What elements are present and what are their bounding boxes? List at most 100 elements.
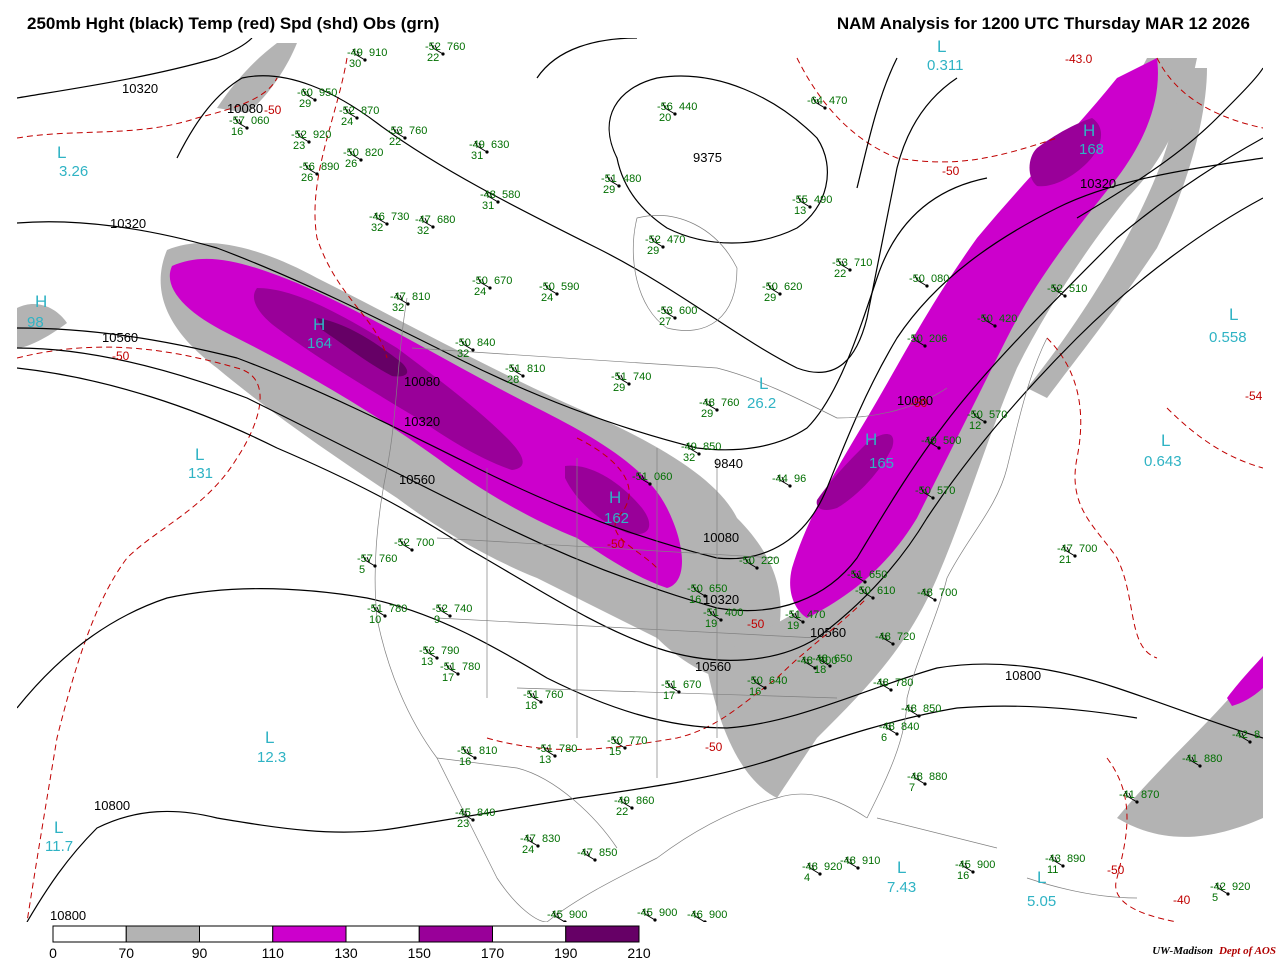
obs-height: 510	[1069, 283, 1087, 295]
obs-spread: 16	[689, 594, 701, 606]
obs-height: 760	[379, 553, 397, 565]
obs-height: 810	[412, 291, 430, 303]
obs-height: 830	[542, 833, 560, 845]
obs-spread: 13	[421, 656, 433, 668]
obs-temperature: -47	[577, 847, 593, 859]
obs-height: 650	[834, 653, 852, 665]
center-value: 162	[604, 510, 629, 527]
obs-height: 900	[977, 859, 995, 871]
obs-temperature: -51	[847, 569, 863, 581]
center-letter: H	[865, 430, 877, 449]
obs-height: 480	[623, 173, 641, 185]
height-label: 10560	[399, 472, 435, 487]
temperature-label: -40	[1173, 893, 1191, 907]
center-letter: H	[609, 488, 621, 507]
obs-spread: 17	[663, 690, 675, 702]
height-label: 10320	[122, 81, 158, 96]
obs-temperature: -50	[855, 585, 871, 597]
obs-height: 900	[709, 909, 727, 921]
obs-height: 790	[441, 645, 459, 657]
temperature-label: -50	[112, 349, 130, 363]
temperature-label: -50	[1107, 863, 1125, 877]
obs-temperature: -44	[772, 473, 788, 485]
legend-tick-label: 150	[408, 945, 432, 960]
obs-spread: 32	[683, 452, 695, 464]
center-letter: L	[937, 38, 946, 56]
obs-spread: 15	[609, 746, 621, 758]
obs-height: 720	[897, 631, 915, 643]
obs-height: 600	[679, 305, 697, 317]
height-label: 10320	[110, 216, 146, 231]
obs-height: 630	[491, 139, 509, 151]
obs-spread: 32	[371, 222, 383, 234]
obs-height: 470	[829, 95, 847, 107]
obs-height: 890	[1067, 853, 1085, 865]
obs-spread: 29	[701, 408, 713, 420]
obs-height: 700	[1079, 543, 1097, 555]
legend-color-boxes	[52, 925, 640, 943]
center-value: 131	[188, 465, 213, 482]
height-label: 10560	[102, 330, 138, 345]
center-letter: L	[897, 858, 906, 877]
obs-height: 700	[416, 537, 434, 549]
obs-spread: 16	[231, 126, 243, 138]
obs-spread: 5	[1212, 892, 1218, 904]
obs-spread: 31	[471, 150, 483, 162]
height-label: 10560	[810, 625, 846, 640]
obs-temperature: -51	[632, 471, 648, 483]
height-label: 10080	[227, 101, 263, 116]
obs-spread: 26	[345, 158, 357, 170]
legend-color-box	[565, 925, 640, 943]
obs-height: 680	[437, 214, 455, 226]
obs-temperature: -46	[687, 909, 703, 921]
temperature-label: -50	[910, 396, 928, 410]
obs-spread: 27	[659, 316, 671, 328]
obs-height: 500	[943, 435, 961, 447]
center-value: 0.643	[1144, 453, 1182, 470]
obs-temperature: -52	[1047, 283, 1063, 295]
obs-spread: 22	[427, 52, 439, 64]
obs-height: 730	[391, 211, 409, 223]
obs-temperature: -49	[921, 435, 937, 447]
height-label: 9375	[693, 150, 722, 165]
legend-tick-label: 90	[192, 945, 208, 960]
temperature-label: -50	[607, 537, 625, 551]
obs-spread: 4	[804, 872, 810, 884]
obs-temperature: -48	[840, 855, 856, 867]
obs-temperature: -50	[907, 333, 923, 345]
legend-color-box	[492, 925, 567, 943]
obs-height: 850	[703, 441, 721, 453]
obs-height: 910	[369, 47, 387, 59]
obs-height: 206	[929, 333, 947, 345]
obs-height: 220	[761, 555, 779, 567]
credit-org: UW-Madison	[1152, 945, 1213, 957]
obs-height: 860	[636, 795, 654, 807]
height-label: 9840	[714, 456, 743, 471]
obs-height: 440	[679, 101, 697, 113]
obs-height: 850	[923, 703, 941, 715]
obs-height: 780	[389, 603, 407, 615]
wind-speed-legend: 0 70 90 110 130 150 170 190 210	[49, 925, 651, 960]
obs-spread: 16	[459, 756, 471, 768]
obs-height: 740	[633, 371, 651, 383]
obs-height: 780	[559, 743, 577, 755]
obs-height: 870	[361, 105, 379, 117]
obs-height: 810	[479, 745, 497, 757]
obs-temperature: -48	[797, 655, 813, 667]
obs-height: 950	[319, 87, 337, 99]
obs-temperature: -50	[739, 555, 755, 567]
obs-height: 890	[321, 161, 339, 173]
weather-map: 10320 10080 10320 10560 10080 10320 1056…	[17, 38, 1263, 922]
obs-height: 670	[683, 679, 701, 691]
obs-height: 760	[409, 125, 427, 137]
temperature-label: -43.0	[1065, 52, 1093, 66]
obs-temperature: -50	[977, 313, 993, 325]
obs-height: 060	[251, 115, 269, 127]
obs-height: 080	[931, 273, 949, 285]
center-letter: H	[313, 315, 325, 334]
height-label: 10320	[404, 414, 440, 429]
obs-spread: 21	[1059, 554, 1071, 566]
obs-spread: 29	[647, 245, 659, 257]
obs-height: 870	[1141, 789, 1159, 801]
legend-tick-label: 210	[627, 945, 651, 960]
